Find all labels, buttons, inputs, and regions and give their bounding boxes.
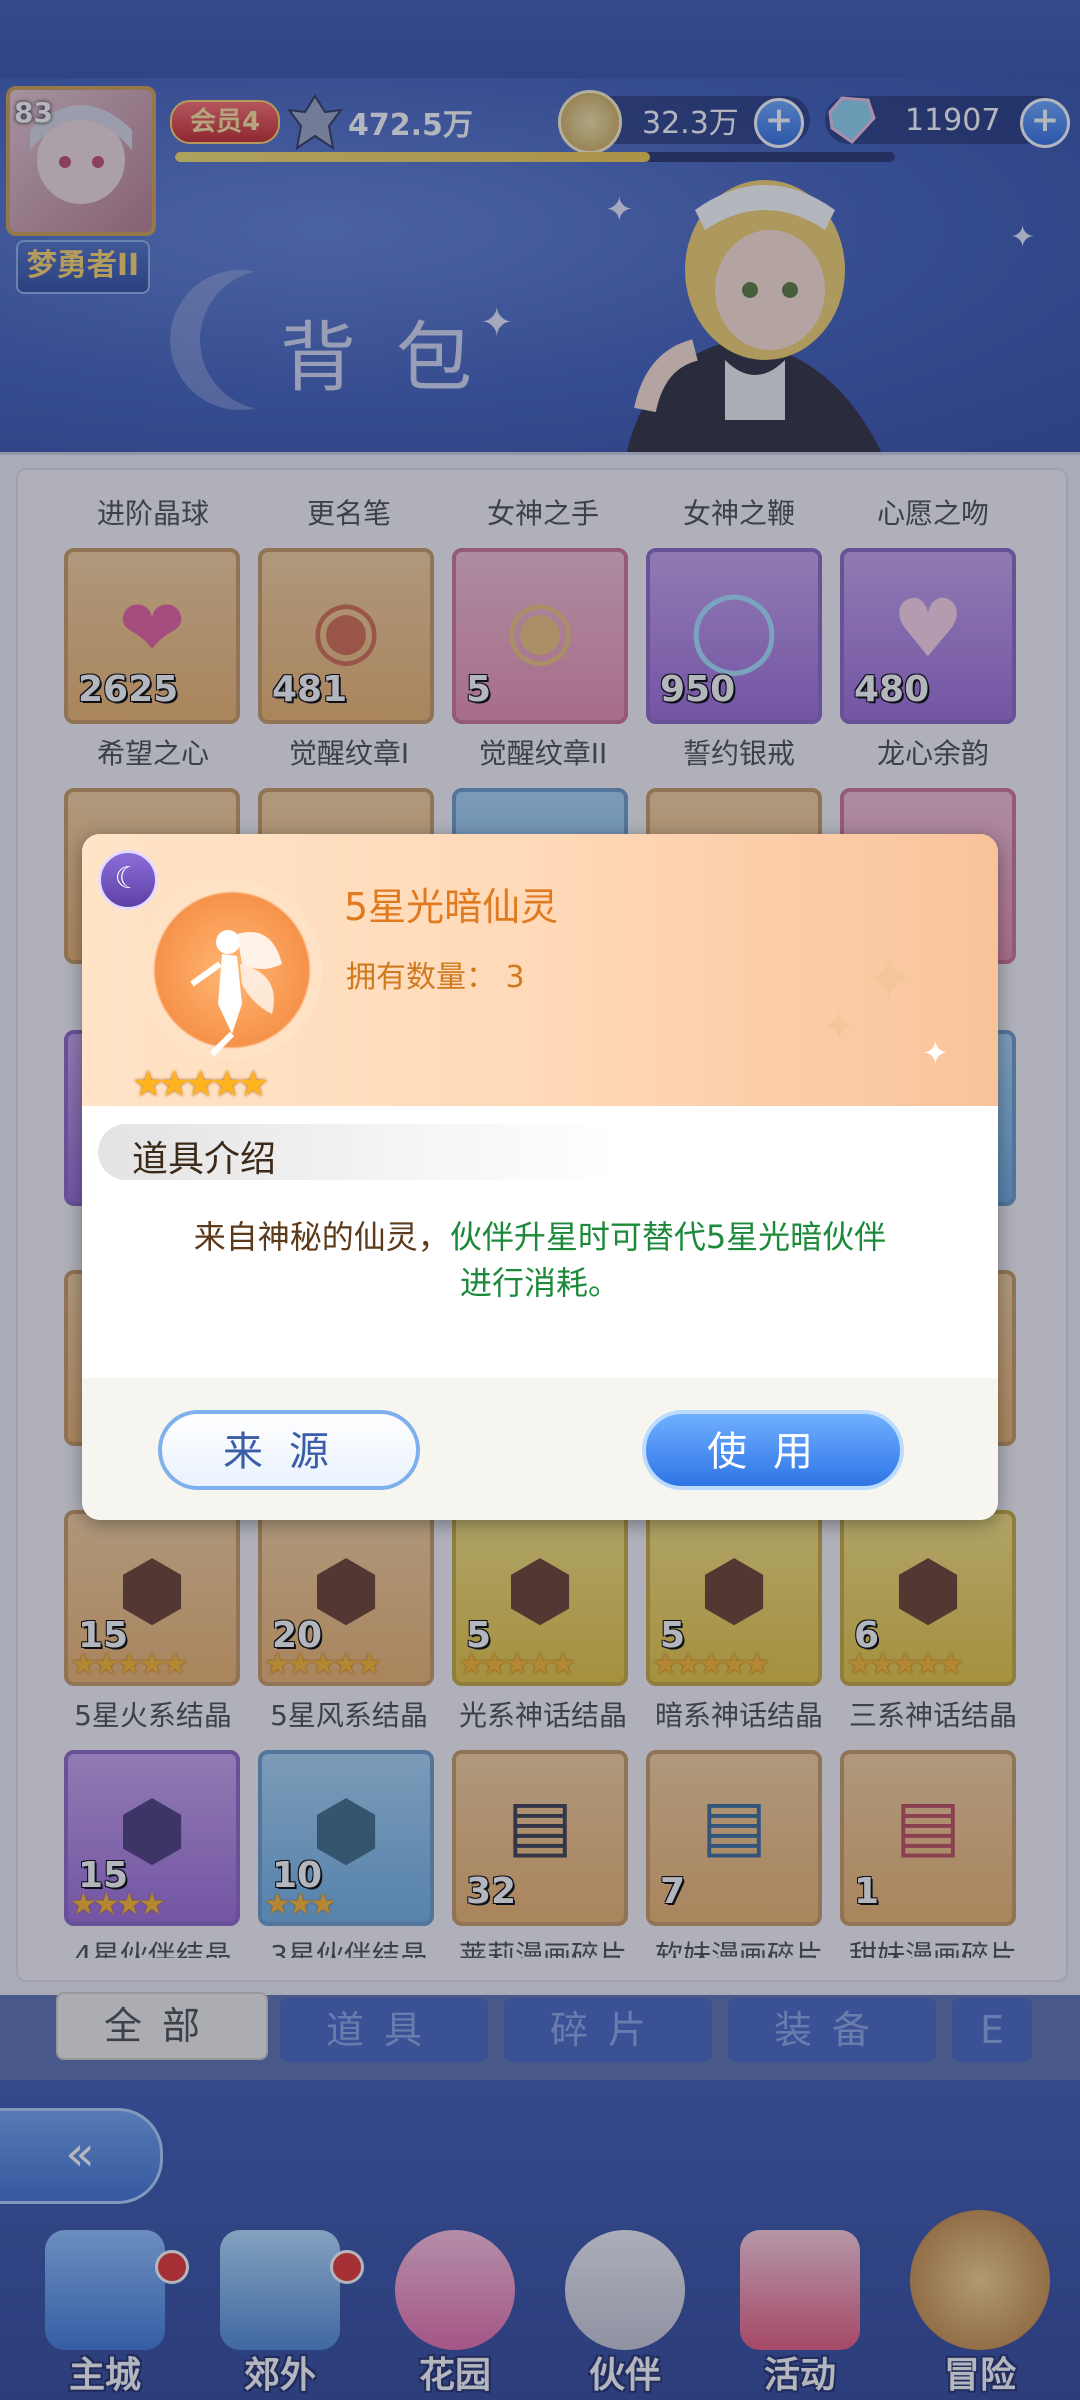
item-detail-dialog: ☾ ★★★★★ 5星光暗仙灵 拥有数量： 3 ✦ ✦ ✦ 道具介绍 来自神秘的仙… bbox=[82, 834, 998, 1520]
owned-quantity: 拥有数量： 3 bbox=[346, 952, 525, 996]
desc-text: 来自神秘的仙灵， bbox=[193, 1218, 450, 1256]
sparkle-icon: ✦ bbox=[822, 1004, 856, 1050]
owned-count: 3 bbox=[505, 960, 525, 995]
sparkle-icon: ✦ bbox=[922, 1034, 949, 1072]
use-button[interactable]: 使用 bbox=[642, 1410, 904, 1490]
source-button-label: 来源 bbox=[223, 1429, 355, 1475]
item-name: 5星光暗仙灵 bbox=[344, 885, 559, 929]
source-button[interactable]: 来源 bbox=[158, 1410, 420, 1490]
item-description: 来自神秘的仙灵，伙伴升星时可替代5星光暗伙伴 进行消耗。 bbox=[122, 1214, 958, 1306]
section-title: 道具介绍 bbox=[132, 1139, 277, 1180]
fairy-icon bbox=[142, 894, 322, 1074]
desc-highlight: 伙伴升星时可替代5星光暗伙伴 bbox=[449, 1218, 887, 1256]
sparkle-icon: ✦ bbox=[862, 944, 916, 1018]
item-star-rating: ★★★★★ bbox=[132, 1064, 269, 1105]
desc-highlight: 进行消耗。 bbox=[459, 1264, 620, 1302]
owned-label: 拥有数量： bbox=[346, 960, 496, 995]
use-button-label: 使用 bbox=[707, 1429, 839, 1475]
